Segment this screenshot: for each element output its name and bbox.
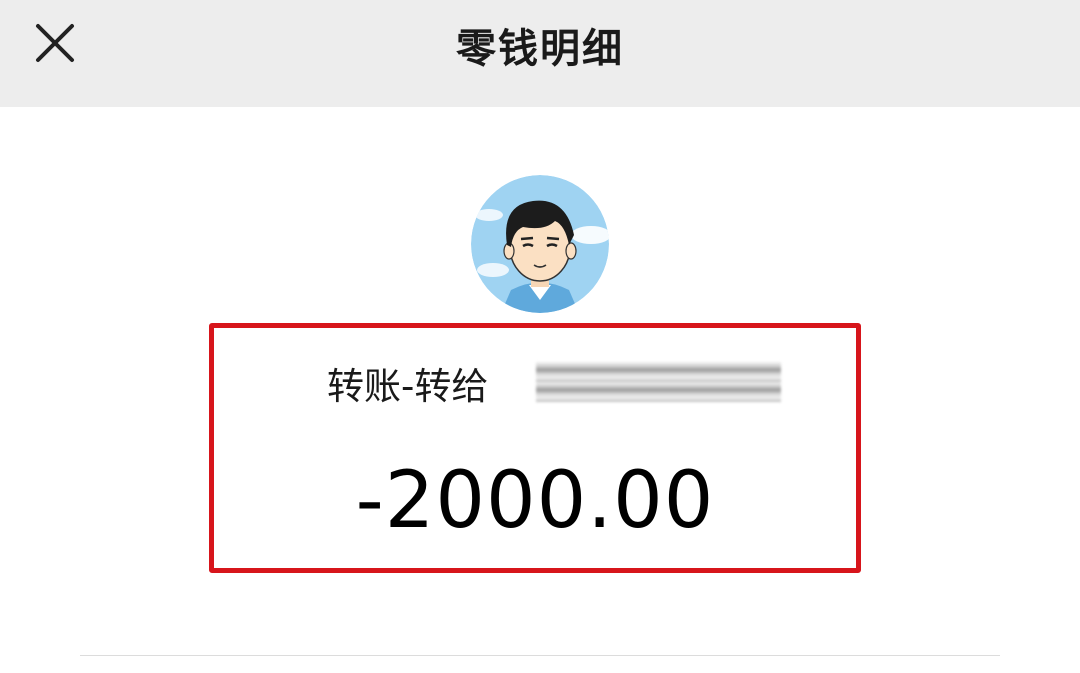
avatar-image [471, 175, 609, 313]
divider [80, 655, 1000, 656]
top-bar: 零钱明细 [0, 0, 1080, 107]
transaction-description: 转账-转给 [214, 354, 856, 408]
avatar [471, 175, 609, 313]
redacted-recipient [536, 362, 781, 402]
transaction-highlight: 转账-转给 -2000.00 [209, 323, 861, 573]
description-text: 转账-转给 [327, 365, 489, 408]
transaction-amount: -2000.00 [355, 456, 715, 546]
transaction-detail: 转账-转给 -2000.00 [0, 107, 1080, 673]
page-title: 零钱明细 [456, 26, 624, 72]
